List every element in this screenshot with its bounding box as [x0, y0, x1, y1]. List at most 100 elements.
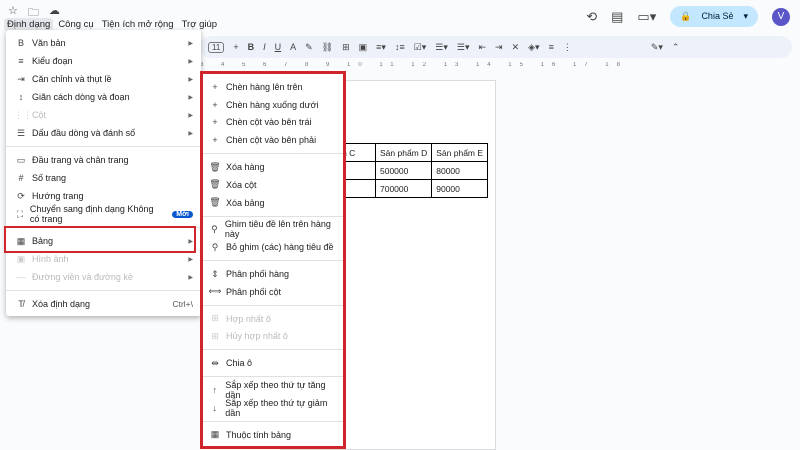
line-spacing-icon[interactable]: ↕≡ [395, 42, 405, 52]
border-color-icon[interactable]: ◈▾ [528, 42, 539, 53]
sap-xep-theo-thu-tu-tang-dan-icon: ↑ [212, 385, 217, 396]
menu-item-label: Dấu đầu dòng và đánh số [32, 128, 136, 138]
italic-icon[interactable]: I [263, 42, 266, 52]
menu-item-van-ban[interactable]: B Văn bản ▶ [6, 34, 201, 52]
table-cell[interactable]: 500000 [374, 161, 433, 180]
align-icon[interactable]: ≡▾ [376, 42, 386, 53]
menu-item-huy-hop-nhat-o[interactable]: ⊞ Hủy hợp nhất ô [203, 328, 343, 346]
menu-item-phan-phoi-cot[interactable]: ⟺ Phân phối cột [203, 283, 343, 301]
menu-item-hop-nhat-o[interactable]: ⊞ Hợp nhất ô [203, 310, 343, 328]
meet-icon[interactable]: ▭▾ [637, 9, 656, 25]
lock-icon: 🔒 [680, 11, 692, 21]
menu-item-label: Ghim tiêu đề lên trên hàng này [224, 219, 331, 240]
menu-item-label: Xóa định dạng [32, 299, 91, 309]
text-color-icon[interactable]: A [290, 42, 296, 52]
underline-icon[interactable]: U [275, 42, 282, 52]
highlight-icon[interactable]: ✎ [305, 42, 313, 53]
menu-item-chia-o[interactable]: ⇹ Chia ô [203, 354, 343, 372]
header-actions: ⟲ ▤ ▭▾ 🔒 Chia Sẻ ▾ V [586, 6, 790, 27]
menu-item-huong-trang[interactable]: ⟳ Hướng trang [6, 187, 201, 205]
menu-item-label: Đường viền và đường kẻ [32, 272, 133, 282]
menu-item-chuyen-sang-dinh-dang-khong-co-trang[interactable]: ⛶ Chuyển sang định dạng Không có trang Mới [6, 204, 201, 224]
history-icon[interactable]: ⟲ [586, 9, 597, 25]
duong-vien-va-duong-ke-icon: — [16, 272, 26, 282]
menu-item-label: Căn chỉnh và thụt lề [32, 74, 112, 84]
font-size-input[interactable]: 11 [208, 41, 225, 53]
link-icon[interactable]: ⛓ [322, 42, 333, 53]
table-cell[interactable]: Sản phẩm D [374, 143, 433, 162]
menu-item-ghim-tieu-de-len-tren-hang-nay[interactable]: ⚲ Ghim tiêu đề lên trên hàng này [203, 219, 343, 240]
menu-item-dau-trang-va-chan-trang[interactable]: ▭ Đầu trang và chân trang [6, 151, 201, 169]
submenu-arrow-icon: ▶ [188, 130, 193, 137]
menu-item-label: Hình ảnh [32, 254, 69, 264]
menu-item-sap-xep-theo-thu-tu-giam-dan[interactable]: ↓ Sắp xếp theo thứ tự giảm dần [203, 398, 343, 418]
plus-icon[interactable]: + [233, 42, 238, 52]
submenu-arrow-icon: ▶ [188, 94, 193, 101]
menu-item-xoa-hang[interactable]: 🗑 Xóa hàng [203, 158, 343, 176]
menu-item-label: Xóa hàng [226, 162, 265, 173]
table-cell[interactable]: 700000 [374, 179, 433, 198]
kieu-doan-icon: ≡ [18, 56, 24, 66]
menu-item-xoa-cot[interactable]: 🗑 Xóa cột [203, 176, 343, 194]
submenu-arrow-icon: ▶ [188, 76, 193, 83]
shortcut-label: Ctrl+\ [172, 299, 193, 309]
xoa-hang-icon: 🗑 [209, 161, 221, 172]
menu-item-xoa-dinh-dang[interactable]: T̸ Xóa định dạng Ctrl+\ [6, 295, 201, 313]
bold-icon[interactable]: B [248, 42, 255, 52]
menu-item-can-chinh-va-thut-le[interactable]: ⇥ Căn chỉnh và thụt lề ▶ [6, 70, 201, 88]
menu-item-chen-cot-vao-ben-trai[interactable]: + Chèn cột vào bên trái [203, 114, 343, 132]
sap-xep-theo-thu-tu-giam-dan-icon: ↓ [212, 402, 217, 413]
menu-item-label: Bỏ ghim (các) hàng tiêu đề [226, 242, 334, 253]
indent-decrease-icon[interactable]: ⇤ [478, 42, 486, 53]
menu-item-dau-dau-dong-va-danh-so[interactable]: ☰ Dấu đầu dòng và đánh số ▶ [6, 124, 201, 142]
menu-item-label: Chèn hàng lên trên [226, 81, 303, 92]
menu-item-cot[interactable]: ⋮⋮ Cột ▶ [6, 106, 201, 124]
chen-cot-vao-ben-trai-icon: + [212, 117, 218, 128]
chen-hang-xuong-duoi-icon: + [212, 99, 218, 110]
menu-item-duong-vien-va-duong-ke[interactable]: — Đường viền và đường kẻ ▶ [6, 268, 201, 286]
menu-item-gian-cach-dong-va-doan[interactable]: ↕ Giãn cách dòng và đoạn ▶ [6, 88, 201, 106]
more-icon[interactable]: ⋮ [563, 42, 572, 53]
checklist-icon[interactable]: ☑▾ [414, 42, 427, 53]
van-ban-icon: B [17, 38, 24, 48]
dau-dau-dong-va-danh-so-icon: ☰ [16, 127, 26, 138]
numbered-icon[interactable]: ☰▾ [457, 42, 470, 53]
phan-phoi-hang-icon: ⇕ [211, 268, 219, 279]
hinh-anh-icon: ▣ [16, 253, 26, 264]
indent-increase-icon[interactable]: ⇥ [495, 42, 503, 53]
menu-item-label: Chuyển sang định dạng Không có trang [29, 204, 154, 224]
submenu-arrow-icon: ▶ [188, 274, 193, 281]
menu-item-so-trang[interactable]: # Số trang [6, 169, 201, 187]
menu-separator [203, 420, 343, 422]
menu-item-xoa-bang[interactable]: 🗑 Xóa bảng [203, 194, 343, 212]
menu-item-phan-phoi-hang[interactable]: ⇕ Phân phối hàng [203, 265, 343, 283]
table-cell[interactable]: 90000 [431, 179, 489, 198]
menu-item-bo-ghim-cac-hang-tieu-de[interactable]: ⚲ Bỏ ghim (các) hàng tiêu đề [203, 238, 343, 256]
comments-icon[interactable]: ▤ [611, 9, 623, 25]
table-cell[interactable]: Sản phẩm E [431, 143, 489, 162]
table-cell[interactable]: 80000 [431, 161, 489, 180]
image-icon[interactable]: ▣ [359, 42, 368, 53]
menu-item-chen-hang-xuong-duoi[interactable]: + Chèn hàng xuống dưới [203, 96, 343, 114]
menu-item-thuoc-tinh-bang[interactable]: ▦ Thuộc tính bảng [203, 426, 343, 444]
border-width-icon[interactable]: ≡ [549, 42, 554, 52]
comment-add-icon[interactable]: ⊞ [342, 42, 350, 53]
clear-format-icon[interactable]: ✕ [512, 42, 520, 53]
menu-item-label: Hủy hợp nhất ô [226, 331, 288, 342]
share-button[interactable]: 🔒 Chia Sẻ ▾ [670, 6, 758, 27]
avatar[interactable]: V [772, 7, 790, 26]
chuyen-sang-dinh-dang-khong-co-trang-icon: ⛶ [16, 208, 24, 219]
chevron-down-icon[interactable]: ▾ [743, 11, 748, 22]
menu-item-kieu-doan[interactable]: ≡ Kiểu đoạn ▶ [6, 52, 201, 70]
document-table[interactable]: ẩm CSản phẩm DSản phẩm E 0050000080000 7… [330, 143, 489, 198]
hop-nhat-o-icon: ⊞ [211, 313, 219, 324]
bullets-icon[interactable]: ☰▾ [435, 42, 448, 53]
menu-item-chen-cot-vao-ben-phai[interactable]: + Chèn cột vào bên phải [203, 131, 343, 149]
menu-item-chen-hang-len-tren[interactable]: + Chèn hàng lên trên [203, 78, 343, 96]
editing-mode-icon[interactable]: ✎▾ [651, 42, 663, 53]
collapse-icon[interactable]: ⌃ [672, 42, 680, 53]
menu-item-sap-xep-theo-thu-tu-tang-dan[interactable]: ↑ Sắp xếp theo thứ tự tăng dần [203, 380, 343, 400]
menu-separator [203, 376, 343, 378]
xoa-dinh-dang-icon: T̸ [18, 299, 24, 309]
thuoc-tinh-bang-icon: ▦ [210, 429, 220, 440]
